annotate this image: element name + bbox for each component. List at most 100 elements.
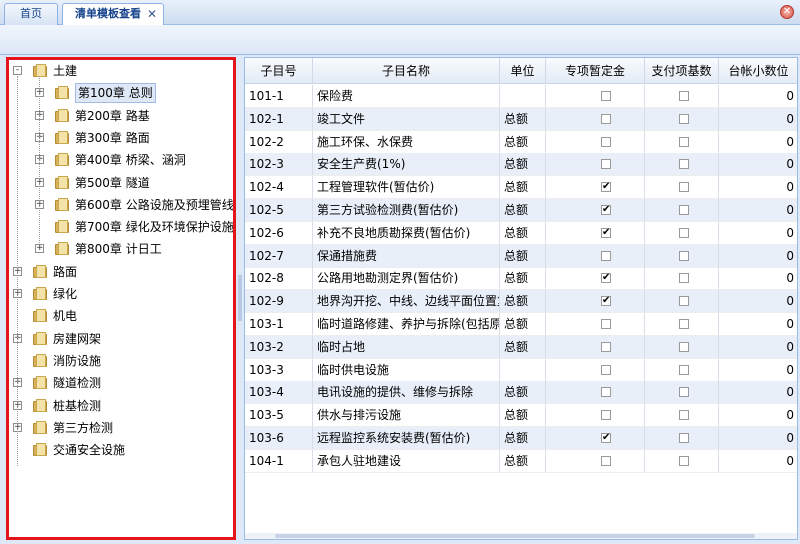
table-row[interactable]: 103-5 供水与排污设施 总额 0: [245, 404, 797, 428]
checkbox-cell: ✔: [546, 176, 645, 199]
special-provisional-checkbox[interactable]: ✔: [601, 273, 611, 284]
special-provisional-checkbox[interactable]: ✔: [601, 205, 611, 215]
item-name-cell: 施工环保、水保费: [313, 130, 500, 153]
table-row[interactable]: 103-2 临时占地 总额 0: [245, 335, 797, 359]
special-provisional-checkbox[interactable]: [601, 159, 611, 170]
decimal-places-cell: 0: [719, 131, 797, 153]
column-header[interactable]: 支付项基数: [645, 58, 719, 84]
column-header[interactable]: 子目名称: [313, 58, 500, 84]
tree-node-chapter[interactable]: + 第800章 计日工: [9, 238, 233, 260]
tree-node-chapter[interactable]: + 第400章 桥梁、涵洞: [9, 149, 233, 171]
tree-node-category[interactable]: + 路面: [9, 261, 233, 283]
table-row[interactable]: 101-1 保险费 0: [245, 85, 797, 108]
app-window: 首页 清单模板查看 ✕ ✕ - 土建 + 第100章 总则 + 第200章 路基 + 第300…: [0, 0, 800, 544]
table-row[interactable]: 102-7 保通措施费 总额 0: [245, 244, 797, 268]
special-provisional-checkbox[interactable]: ✔: [601, 296, 611, 307]
special-provisional-checkbox[interactable]: [601, 364, 611, 375]
payment-base-checkbox[interactable]: [679, 91, 689, 101]
special-provisional-checkbox[interactable]: [601, 136, 611, 147]
table-row[interactable]: 102-2 施工环保、水保费 总额 0: [245, 130, 797, 154]
payment-base-checkbox[interactable]: [679, 182, 689, 193]
payment-base-checkbox[interactable]: [679, 319, 689, 329]
horizontal-scrollbar[interactable]: [245, 533, 797, 539]
unit-cell: 总额: [500, 176, 546, 199]
payment-base-checkbox[interactable]: [679, 410, 689, 421]
tree-node-category[interactable]: + 第三方检测: [9, 417, 233, 439]
special-provisional-checkbox[interactable]: [601, 319, 611, 329]
tree-node-category[interactable]: + 隧道检测: [9, 372, 233, 394]
table-row[interactable]: 103-1 临时道路修建、养护与拆除(包括原道 总额 0: [245, 313, 797, 336]
table-row[interactable]: 102-4 工程管理软件(暂估价) 总额 ✔ 0: [245, 176, 797, 200]
expand-icon[interactable]: +: [35, 244, 44, 254]
checkbox-cell: [645, 427, 719, 449]
decimal-places-cell: 0: [719, 267, 797, 289]
payment-base-checkbox[interactable]: [679, 205, 689, 215]
table-row[interactable]: 104-1 承包人驻地建设 总额 0: [245, 449, 797, 473]
table-row[interactable]: 102-9 地界沟开挖、中线、边线平面位置复 总额 ✔ 0: [245, 290, 797, 314]
table-row[interactable]: 102-5 第三方试验检测费(暂估价) 总额 ✔ 0: [245, 199, 797, 222]
folder-icon: [33, 331, 49, 346]
tree-node-chapter[interactable]: + 第600章 公路设施及预埋管线: [9, 194, 233, 216]
payment-base-checkbox[interactable]: [679, 273, 689, 284]
column-header[interactable]: 台帐小数位: [719, 58, 797, 84]
payment-base-checkbox[interactable]: [679, 387, 689, 398]
payment-base-checkbox[interactable]: [679, 136, 689, 147]
decimal-places-cell: 0: [719, 222, 797, 244]
payment-base-checkbox[interactable]: [679, 227, 689, 238]
tree-node-category[interactable]: 消防设施: [9, 350, 233, 372]
table-row[interactable]: 103-3 临时供电设施 0: [245, 358, 797, 382]
tree-node-chapter[interactable]: 第700章 绿化及环境保护设施: [9, 216, 233, 238]
decimal-places-cell: 0: [719, 450, 797, 472]
tab-home[interactable]: 首页: [4, 3, 58, 25]
tree-node-root[interactable]: - 土建: [9, 60, 233, 82]
tree-node-chapter[interactable]: + 第300章 路面: [9, 127, 233, 149]
table-row[interactable]: 103-4 电讯设施的提供、维修与拆除 总额 0: [245, 381, 797, 405]
tree-node-chapter[interactable]: + 第200章 路基: [9, 105, 233, 127]
unit-cell: 总额: [500, 381, 546, 404]
panel-splitter[interactable]: [238, 275, 242, 321]
tree-node-category[interactable]: + 房建网架: [9, 328, 233, 350]
tree-node-category[interactable]: 交通安全设施: [9, 439, 233, 461]
collapse-icon[interactable]: -: [13, 66, 22, 75]
payment-base-checkbox[interactable]: [679, 433, 689, 443]
special-provisional-checkbox[interactable]: [601, 341, 611, 352]
payment-base-checkbox[interactable]: [679, 341, 689, 352]
table-row[interactable]: 102-1 竣工文件 总额 0: [245, 107, 797, 131]
special-provisional-checkbox[interactable]: ✔: [601, 182, 611, 193]
special-provisional-checkbox[interactable]: ✔: [601, 433, 611, 443]
item-name-cell: 临时道路修建、养护与拆除(包括原道: [313, 313, 500, 335]
unit-cell: 总额: [500, 290, 546, 313]
tree-node-chapter[interactable]: + 第100章 总则: [9, 82, 233, 104]
special-provisional-checkbox[interactable]: [601, 455, 611, 466]
special-provisional-checkbox[interactable]: [601, 250, 611, 261]
tree-connector: [17, 76, 18, 467]
special-provisional-checkbox[interactable]: ✔: [601, 227, 611, 238]
scrollbar-thumb[interactable]: [275, 534, 755, 538]
table-row[interactable]: 103-6 远程监控系统安装费(暂估价) 总额 ✔ 0: [245, 427, 797, 450]
special-provisional-checkbox[interactable]: [601, 91, 611, 101]
table-row[interactable]: 102-6 补充不良地质勘探费(暂估价) 总额 ✔ 0: [245, 221, 797, 245]
payment-base-checkbox[interactable]: [679, 250, 689, 261]
column-header[interactable]: 子目号: [245, 58, 313, 84]
tree-node-category[interactable]: + 桩基检测: [9, 395, 233, 417]
unit-cell: 总额: [500, 449, 546, 472]
tab-bill-template-view[interactable]: 清单模板查看 ✕: [62, 3, 164, 26]
column-header[interactable]: 专项暂定金: [546, 58, 645, 84]
tree-node-chapter[interactable]: + 第500章 隧道: [9, 172, 233, 194]
special-provisional-checkbox[interactable]: [601, 113, 611, 124]
tree-node-category[interactable]: + 绿化: [9, 283, 233, 305]
payment-base-checkbox[interactable]: [679, 364, 689, 375]
special-provisional-checkbox[interactable]: [601, 387, 611, 398]
table-row[interactable]: 102-8 公路用地勘测定界(暂估价) 总额 ✔ 0: [245, 267, 797, 291]
payment-base-checkbox[interactable]: [679, 113, 689, 124]
table-row[interactable]: 102-3 安全生产费(1%) 总额 0: [245, 153, 797, 177]
window-close-icon[interactable]: ✕: [780, 5, 794, 19]
close-icon[interactable]: ✕: [147, 4, 157, 24]
special-provisional-checkbox[interactable]: [601, 410, 611, 421]
tree-node-category[interactable]: 机电: [9, 305, 233, 327]
payment-base-checkbox[interactable]: [679, 296, 689, 307]
item-name-cell: 地界沟开挖、中线、边线平面位置复: [313, 290, 500, 313]
payment-base-checkbox[interactable]: [679, 455, 689, 466]
payment-base-checkbox[interactable]: [679, 159, 689, 170]
column-header[interactable]: 单位: [500, 58, 546, 84]
